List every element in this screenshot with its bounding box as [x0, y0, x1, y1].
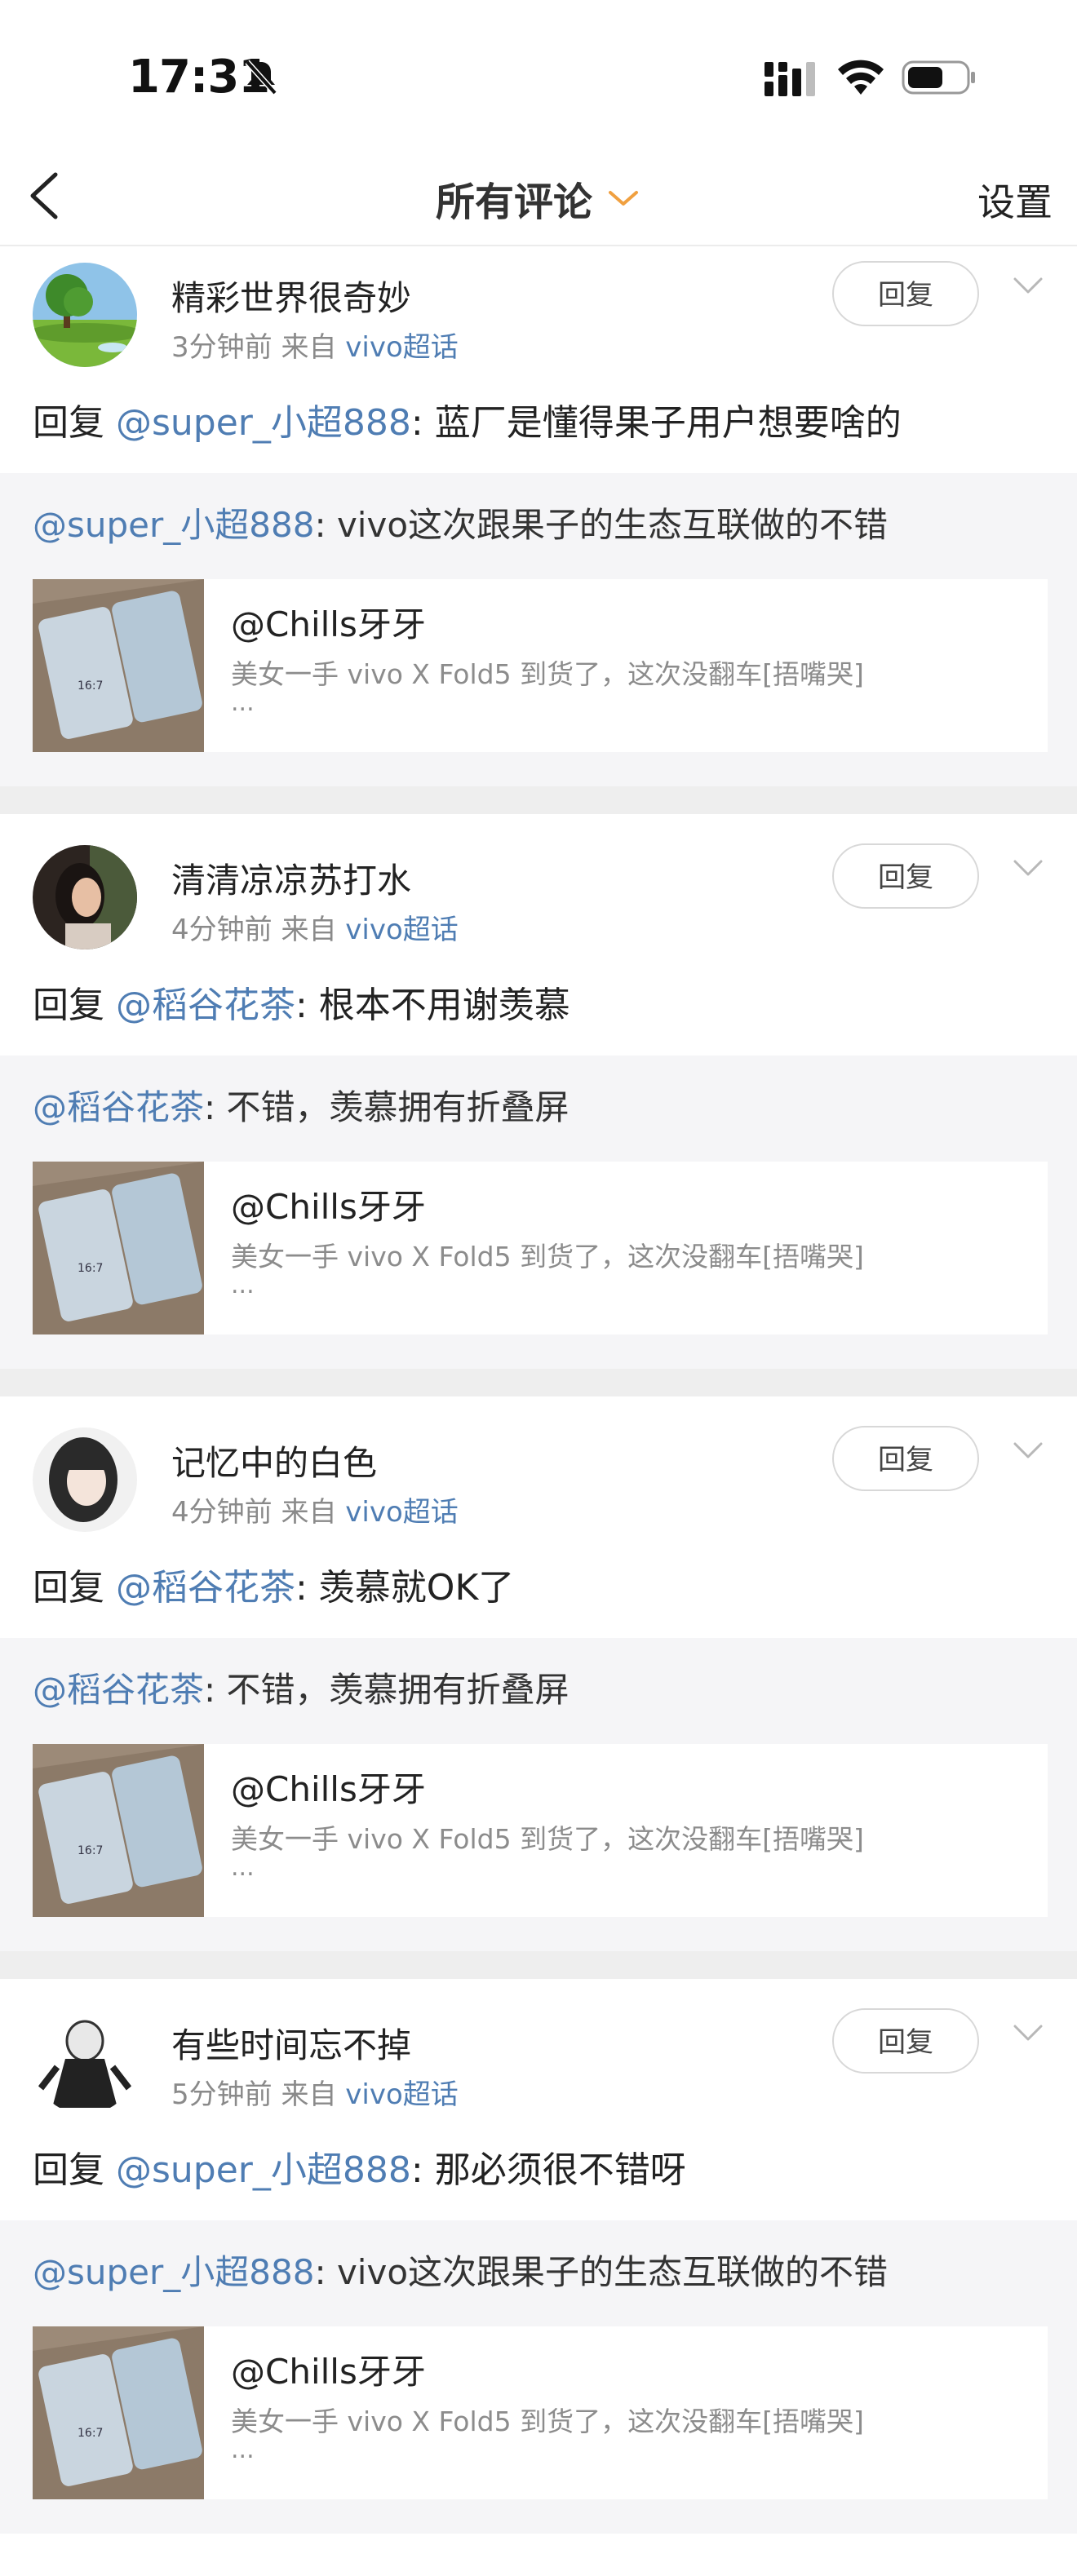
topic-link[interactable]: vivo超话 [345, 331, 459, 364]
original-post-card[interactable]: 16:7 @Chills牙牙 美女一手 vivo X Fold5 到货了，这次没… [33, 2326, 1048, 2499]
card-ellipsis: ... [231, 1271, 255, 1299]
original-post-card[interactable]: 16:7 @Chills牙牙 美女一手 vivo X Fold5 到货了，这次没… [33, 1744, 1048, 1917]
svg-text:16:7: 16:7 [78, 679, 103, 693]
comment-feed: 精彩世界很奇妙 3分钟前 来自 vivo超话 回复 回复 @super_小超88… [0, 246, 1077, 2576]
card-description: 美女一手 vivo X Fold5 到货了，这次没翻车[捂嘴哭] [231, 658, 864, 690]
svg-text:16:7: 16:7 [78, 1844, 103, 1857]
comment-meta: 4分钟前 来自 vivo超话 [171, 1496, 459, 1529]
settings-button[interactable]: 设置 [977, 173, 1053, 227]
mention-link[interactable]: @super_小超888 [116, 402, 411, 444]
reply-button[interactable]: 回复 [832, 843, 979, 909]
topic-link[interactable]: vivo超话 [345, 1496, 459, 1529]
chevron-down-icon[interactable] [1012, 1441, 1044, 1460]
reply-button[interactable]: 回复 [832, 2008, 979, 2074]
battery-icon [902, 60, 975, 95]
comment-author[interactable]: 清清凉凉苏打水 [171, 853, 411, 903]
comment-meta: 3分钟前 来自 vivo超话 [171, 331, 459, 364]
comment-author[interactable]: 精彩世界很奇妙 [171, 271, 411, 321]
mention-link[interactable]: @super_小超888 [33, 505, 314, 545]
card-ellipsis: ... [231, 2436, 255, 2464]
original-post-card[interactable]: 16:7 @Chills牙牙 美女一手 vivo X Fold5 到货了，这次没… [33, 1162, 1048, 1334]
chevron-down-icon [609, 191, 638, 206]
comment-author[interactable]: 记忆中的白色 [171, 1436, 377, 1485]
divider [0, 1951, 1077, 1979]
avatar[interactable] [33, 2010, 137, 2114]
comment-text: 回复 @super_小超888: 那必须很不错呀 [33, 2149, 686, 2191]
bell-muted-icon [245, 60, 277, 95]
topic-link[interactable]: vivo超话 [345, 2078, 459, 2111]
post-thumbnail: 16:7 [33, 2326, 204, 2499]
topic-link[interactable]: vivo超话 [345, 914, 459, 946]
divider [0, 786, 1077, 814]
mention-link[interactable]: @稻谷花茶 [33, 1087, 204, 1127]
wifi-icon [838, 60, 884, 95]
comment-item: 精彩世界很奇妙 3分钟前 来自 vivo超话 回复 回复 @super_小超88… [0, 246, 1077, 814]
mention-link[interactable]: @super_小超888 [33, 2252, 314, 2292]
nav-bar: 所有评论 设置 [0, 147, 1077, 246]
comment-filter-dropdown[interactable]: 所有评论 [0, 170, 1077, 227]
quoted-text: @稻谷花茶: 不错，羡慕拥有折叠屏 [33, 1670, 570, 1710]
mention-link[interactable]: @稻谷花茶 [33, 1670, 204, 1710]
card-description: 美女一手 vivo X Fold5 到货了，这次没翻车[捂嘴哭] [231, 1241, 864, 1273]
quoted-comment[interactable]: @super_小超888: vivo这次跟果子的生态互联做的不错 16:7 @C… [0, 473, 1077, 786]
comment-text: 回复 @稻谷花茶: 根本不用谢羡慕 [33, 985, 570, 1026]
svg-text:16:7: 16:7 [78, 1262, 103, 1275]
comment-item: 清清凉凉苏打水 4分钟前 来自 vivo超话 回复 回复 @稻谷花茶: 根本不用… [0, 829, 1077, 1411]
post-thumbnail: 16:7 [33, 1162, 204, 1334]
quoted-comment[interactable]: @稻谷花茶: 不错，羡慕拥有折叠屏 16:7 @Chills牙牙 美女一手 vi… [0, 1056, 1077, 1369]
comment-item: 记忆中的白色 4分钟前 来自 vivo超话 回复 回复 @稻谷花茶: 羡慕就OK… [0, 1411, 1077, 1994]
card-ellipsis: ... [231, 688, 255, 717]
quoted-text: @super_小超888: vivo这次跟果子的生态互联做的不错 [33, 505, 889, 545]
card-author: @Chills牙牙 [231, 604, 426, 644]
quoted-text: @稻谷花茶: 不错，羡慕拥有折叠屏 [33, 1087, 570, 1127]
card-description: 美女一手 vivo X Fold5 到货了，这次没翻车[捂嘴哭] [231, 1823, 864, 1855]
mention-link[interactable]: @稻谷花茶 [116, 985, 295, 1026]
quoted-comment[interactable]: @稻谷花茶: 不错，羡慕拥有折叠屏 16:7 @Chills牙牙 美女一手 vi… [0, 1638, 1077, 1951]
svg-text:16:7: 16:7 [78, 2427, 103, 2440]
chevron-down-icon[interactable] [1012, 2023, 1044, 2043]
avatar[interactable] [33, 263, 137, 367]
comment-author[interactable]: 有些时间忘不掉 [171, 2018, 411, 2068]
cellular-signal-icon [765, 62, 815, 96]
post-thumbnail: 16:7 [33, 1744, 204, 1917]
card-author: @Chills牙牙 [231, 1769, 426, 1809]
mention-link[interactable]: @super_小超888 [116, 2149, 411, 2191]
reply-button[interactable]: 回复 [832, 261, 979, 326]
post-thumbnail: 16:7 [33, 579, 204, 752]
comment-meta: 5分钟前 来自 vivo超话 [171, 2078, 459, 2111]
avatar[interactable] [33, 1427, 137, 1532]
comment-item: 有些时间忘不掉 5分钟前 来自 vivo超话 回复 回复 @super_小超88… [0, 1994, 1077, 2576]
mention-link[interactable]: @稻谷花茶 [116, 1567, 295, 1609]
page-title: 所有评论 [435, 179, 592, 225]
original-post-card[interactable]: 16:7 @Chills牙牙 美女一手 vivo X Fold5 到货了，这次没… [33, 579, 1048, 752]
chevron-down-icon[interactable] [1012, 276, 1044, 295]
status-bar: 17:31 [0, 0, 1077, 147]
avatar[interactable] [33, 845, 137, 949]
card-author: @Chills牙牙 [231, 2352, 426, 2392]
comment-text: 回复 @稻谷花茶: 羡慕就OK了 [33, 1567, 515, 1609]
divider [0, 1369, 1077, 1396]
chevron-down-icon[interactable] [1012, 858, 1044, 878]
comment-text: 回复 @super_小超888: 蓝厂是懂得果子用户想要啥的 [33, 402, 902, 444]
card-author: @Chills牙牙 [231, 1187, 426, 1227]
reply-button[interactable]: 回复 [832, 1426, 979, 1491]
comment-meta: 4分钟前 来自 vivo超话 [171, 914, 459, 946]
card-description: 美女一手 vivo X Fold5 到货了，这次没翻车[捂嘴哭] [231, 2406, 864, 2437]
quoted-text: @super_小超888: vivo这次跟果子的生态互联做的不错 [33, 2252, 889, 2292]
quoted-comment[interactable]: @super_小超888: vivo这次跟果子的生态互联做的不错 16:7 @C… [0, 2220, 1077, 2534]
card-ellipsis: ... [231, 1853, 255, 1882]
